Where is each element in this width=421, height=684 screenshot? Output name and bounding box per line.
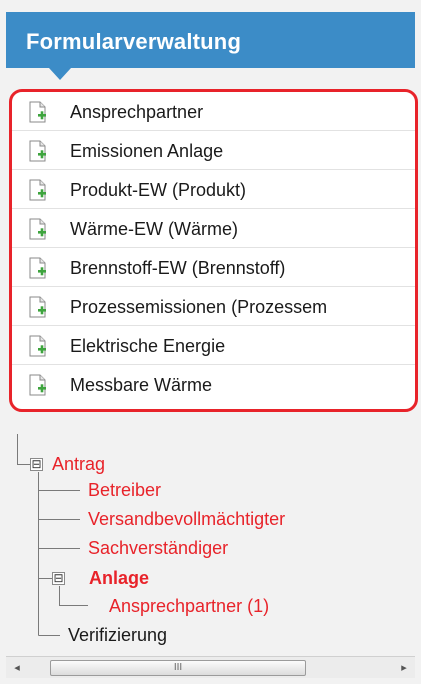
tree-node-sachverstaendiger[interactable]: Sachverständiger — [88, 538, 228, 559]
form-item-messbare-waerme[interactable]: Messbare Wärme — [12, 365, 415, 404]
form-item-label: Emissionen Anlage — [70, 141, 224, 161]
form-item-emissionen-anlage[interactable]: Emissionen Anlage — [12, 131, 415, 170]
tree-node-betreiber[interactable]: Betreiber — [88, 480, 161, 501]
form-item-elektrische-energie[interactable]: Elektrische Energie — [12, 326, 415, 365]
form-list: Ansprechpartner Emissionen Anlage Produk… — [9, 89, 418, 412]
tree-node-ansprechpartner[interactable]: Ansprechpartner (1) — [109, 596, 269, 617]
collapse-toggle-antrag[interactable]: ⊟ — [30, 458, 43, 471]
document-add-icon — [29, 296, 46, 318]
horizontal-scrollbar[interactable]: ◂ III ▸ — [6, 656, 415, 678]
form-item-prozessemissionen[interactable]: Prozessemissionen (Prozessem — [12, 287, 415, 326]
document-add-icon — [29, 218, 46, 240]
panel-title: Formularverwaltung — [26, 29, 242, 54]
document-add-icon — [29, 257, 46, 279]
document-add-icon — [29, 335, 46, 357]
tree-node-verifizierung[interactable]: Verifizierung — [68, 625, 167, 646]
form-item-label: Produkt-EW (Produkt) — [70, 180, 247, 200]
collapse-toggle-anlage[interactable]: ⊟ — [52, 572, 65, 585]
form-item-produkt-ew[interactable]: Produkt-EW (Produkt) — [12, 170, 415, 209]
scroll-right-arrow-icon[interactable]: ▸ — [393, 657, 415, 679]
panel-header: Formularverwaltung — [6, 12, 415, 80]
scroll-left-arrow-icon[interactable]: ◂ — [6, 657, 28, 679]
form-item-ansprechpartner[interactable]: Ansprechpartner — [12, 92, 415, 131]
form-item-brennstoff-ew[interactable]: Brennstoff-EW (Brennstoff) — [12, 248, 415, 287]
document-add-icon — [29, 140, 46, 162]
form-item-label: Prozessemissionen (Prozessem — [70, 297, 328, 317]
header-pointer — [49, 68, 71, 80]
tree-node-versandbevollmaechtigter[interactable]: Versandbevollmächtigter — [88, 509, 285, 530]
document-add-icon — [29, 179, 46, 201]
document-add-icon — [29, 101, 46, 123]
scrollbar-thumb[interactable]: III — [50, 660, 306, 676]
document-tree: ⊟ Antrag Betreiber Versandbevollmächtigt… — [0, 430, 421, 655]
form-item-label: Brennstoff-EW (Brennstoff) — [70, 258, 286, 278]
document-add-icon — [29, 374, 46, 396]
form-item-label: Elektrische Energie — [70, 336, 226, 356]
scrollbar-grip: III — [173, 662, 183, 673]
tree-node-anlage[interactable]: Anlage — [89, 568, 149, 589]
tree-node-antrag[interactable]: Antrag — [52, 454, 105, 475]
form-item-label: Messbare Wärme — [70, 375, 213, 395]
form-item-waerme-ew[interactable]: Wärme-EW (Wärme) — [12, 209, 415, 248]
form-item-label: Ansprechpartner — [70, 102, 204, 122]
form-item-label: Wärme-EW (Wärme) — [70, 219, 238, 239]
